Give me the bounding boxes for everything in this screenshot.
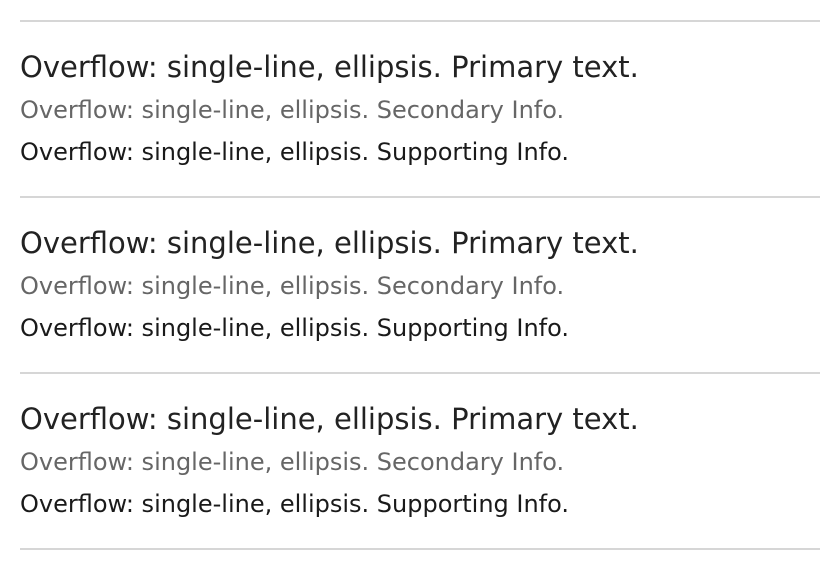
list-divider [20, 548, 820, 550]
secondary-text: Overflow: single-line, ellipsis. Seconda… [20, 96, 565, 124]
primary-text: Overflow: single-line, ellipsis. Primary… [20, 226, 639, 260]
secondary-text: Overflow: single-line, ellipsis. Seconda… [20, 272, 565, 300]
list-item[interactable]: Overflow: single-line, ellipsis. Primary… [20, 198, 820, 372]
supporting-text: Overflow: single-line, ellipsis. Support… [20, 138, 570, 166]
list-item[interactable]: Overflow: single-line, ellipsis. Primary… [20, 374, 820, 548]
secondary-text: Overflow: single-line, ellipsis. Seconda… [20, 448, 565, 476]
primary-text: Overflow: single-line, ellipsis. Primary… [20, 50, 639, 84]
supporting-text: Overflow: single-line, ellipsis. Support… [20, 490, 570, 518]
supporting-text: Overflow: single-line, ellipsis. Support… [20, 314, 570, 342]
list-item[interactable]: Overflow: single-line, ellipsis. Primary… [20, 22, 820, 196]
text-list: Overflow: single-line, ellipsis. Primary… [20, 0, 820, 550]
primary-text: Overflow: single-line, ellipsis. Primary… [20, 402, 639, 436]
